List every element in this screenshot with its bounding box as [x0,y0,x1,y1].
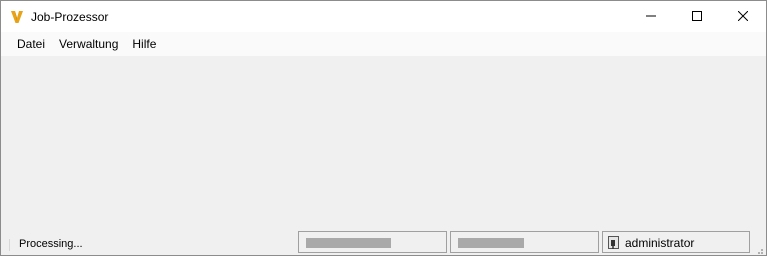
menu-item-datei[interactable]: Datei [10,34,52,54]
window-title: Job-Prozessor [31,9,109,24]
main-content-area [1,56,766,231]
close-button[interactable] [720,1,766,32]
status-panel-2 [450,231,599,253]
resize-grip-icon[interactable] [754,244,764,254]
maximize-button[interactable] [674,1,720,32]
redacted-text [458,238,524,248]
menu-item-hilfe[interactable]: Hilfe [125,34,163,54]
redacted-text [306,238,391,248]
minimize-button[interactable] [628,1,674,32]
minimize-icon [646,10,656,24]
maximize-icon [692,10,702,24]
status-bar: Processing... administrator [1,231,766,255]
status-panel-user: administrator [602,231,750,253]
app-window: Job-Prozessor Datei Verwaltung Hilfe Pro… [0,0,767,256]
window-controls [628,1,766,32]
status-panel-1 [298,231,447,253]
vault-logo-icon [10,10,24,24]
menu-bar: Datei Verwaltung Hilfe [1,32,766,56]
status-separator [9,239,10,251]
user-icon [607,235,621,250]
title-bar[interactable]: Job-Prozessor [1,1,766,32]
menu-item-verwaltung[interactable]: Verwaltung [52,34,125,54]
status-text: Processing... [19,238,83,250]
close-icon [737,10,749,24]
user-name: administrator [625,236,695,250]
